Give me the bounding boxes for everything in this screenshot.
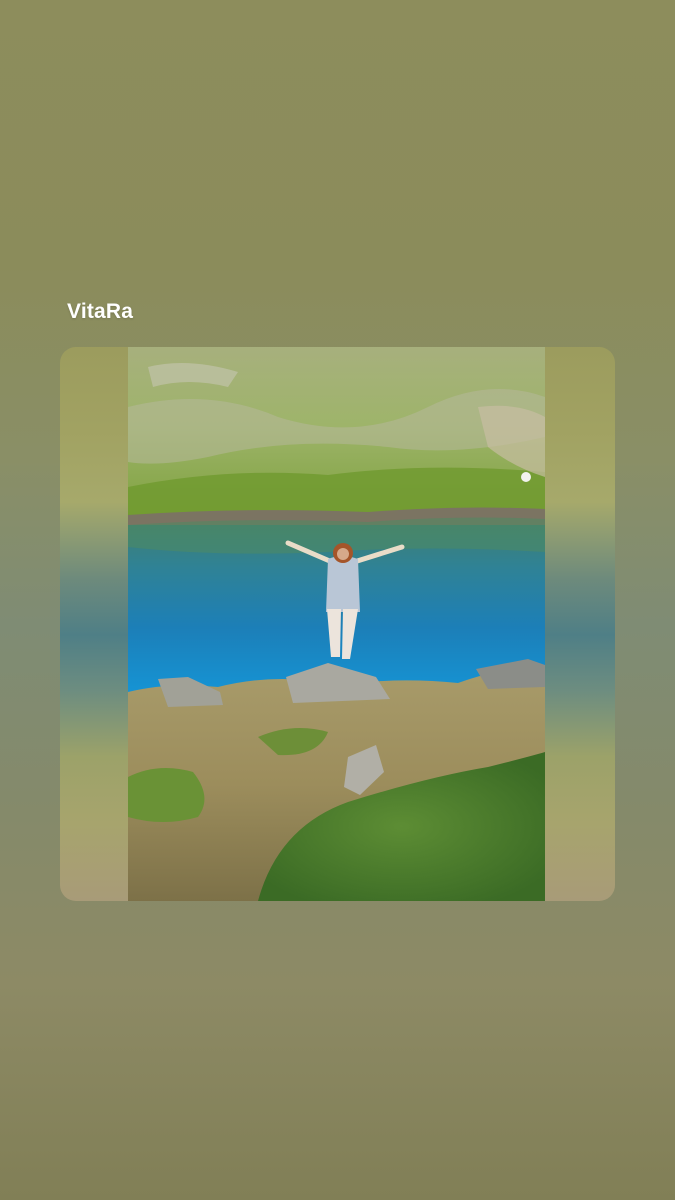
author-name[interactable]: VitaRa [67, 300, 133, 324]
media-card[interactable] [60, 347, 615, 901]
story-photo [128, 347, 545, 901]
